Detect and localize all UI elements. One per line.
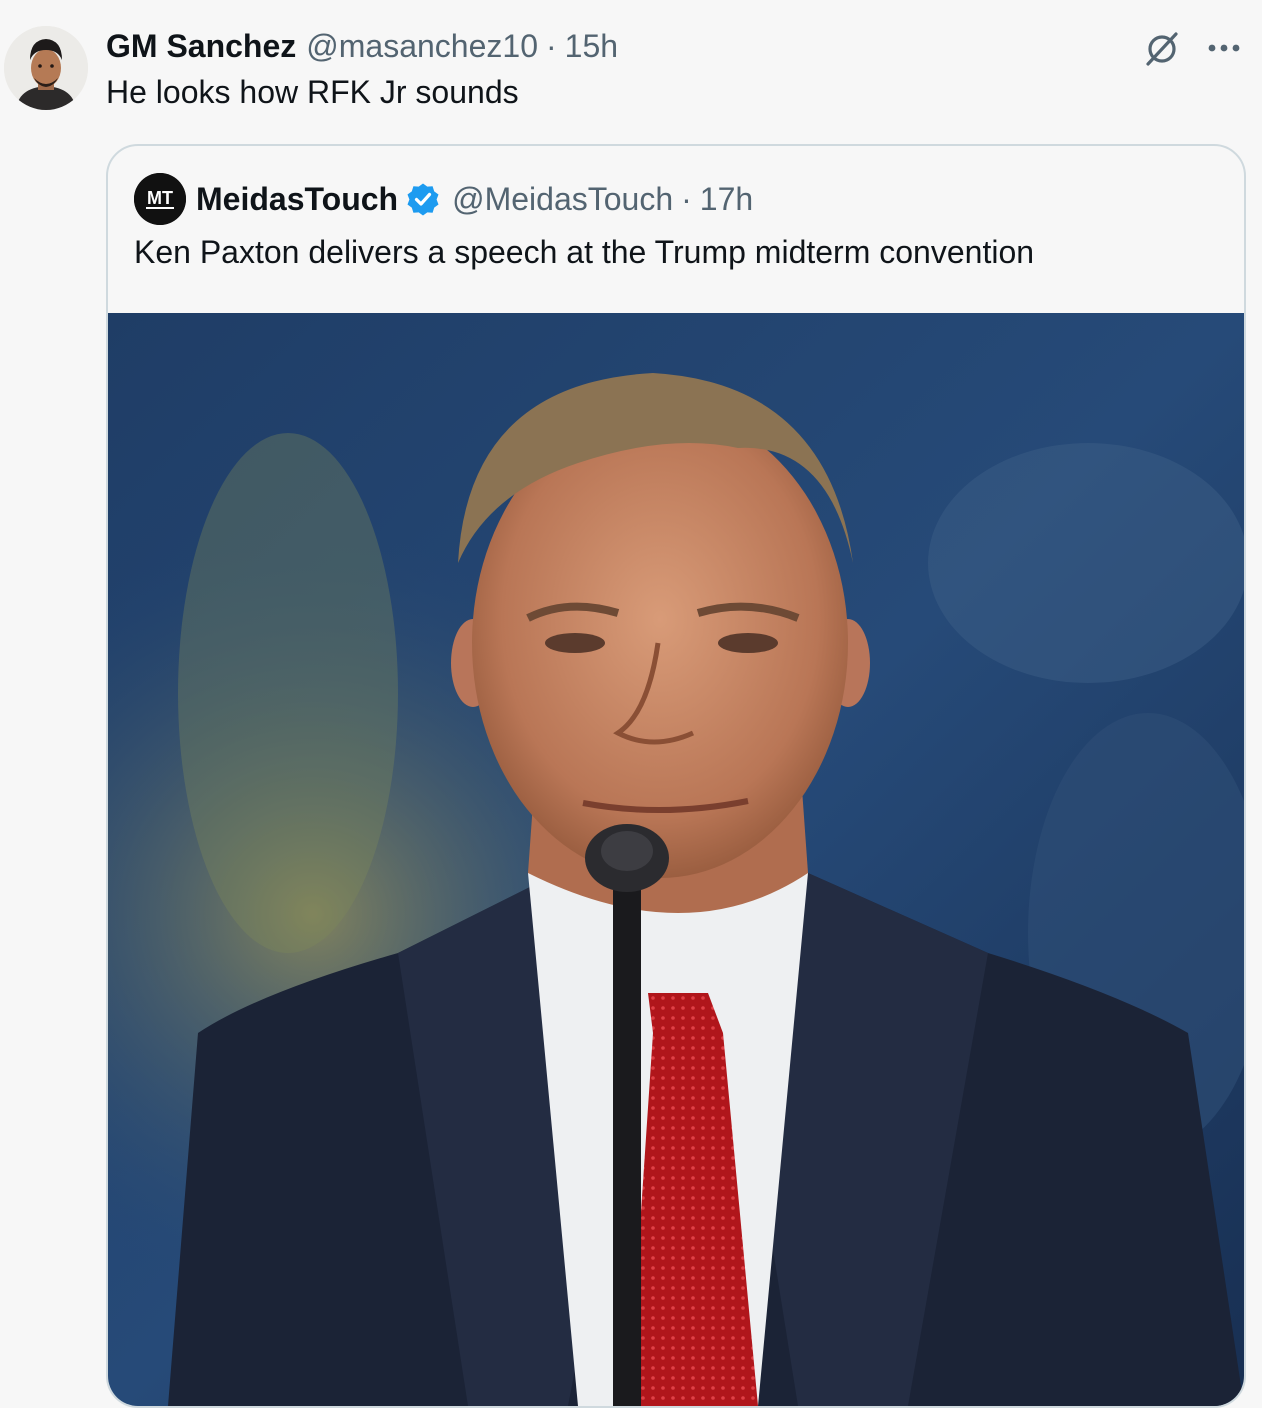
author-avatar[interactable] bbox=[4, 26, 88, 110]
tweet-timestamp[interactable]: 15h bbox=[565, 28, 618, 65]
quoted-tweet[interactable]: MT MeidasTouch @MeidasTouch · 17h Ken Pa… bbox=[106, 144, 1246, 1408]
tweet-header: GM Sanchez @masanchez10 · 15h bbox=[106, 26, 618, 66]
quoted-timestamp[interactable]: 17h bbox=[700, 181, 753, 218]
meidastouch-logo-icon: MT bbox=[134, 173, 186, 225]
header-separator: · bbox=[545, 27, 557, 64]
grok-icon[interactable] bbox=[1142, 28, 1182, 68]
quoted-author-name[interactable]: MeidasTouch bbox=[196, 181, 398, 218]
more-options-icon[interactable] bbox=[1204, 30, 1244, 66]
quoted-header: MT MeidasTouch @MeidasTouch · 17h bbox=[134, 173, 753, 225]
quoted-author-handle[interactable]: @MeidasTouch bbox=[452, 181, 673, 218]
author-name[interactable]: GM Sanchez bbox=[106, 28, 296, 65]
verified-badge-icon bbox=[406, 182, 440, 216]
avatar-photo-icon bbox=[4, 26, 88, 110]
quoted-avatar[interactable]: MT bbox=[134, 173, 186, 225]
author-handle[interactable]: @masanchez10 bbox=[306, 28, 538, 65]
speaker-photo bbox=[108, 313, 1244, 1406]
tweet-text: He looks how RFK Jr sounds bbox=[106, 74, 519, 110]
quoted-media-image[interactable] bbox=[108, 313, 1244, 1406]
quoted-separator: · bbox=[681, 180, 692, 217]
quoted-text: Ken Paxton delivers a speech at the Trum… bbox=[134, 234, 1035, 270]
svg-text:MT: MT bbox=[147, 188, 173, 208]
tweet[interactable]: GM Sanchez @masanchez10 · 15h He looks h… bbox=[0, 0, 1262, 1408]
